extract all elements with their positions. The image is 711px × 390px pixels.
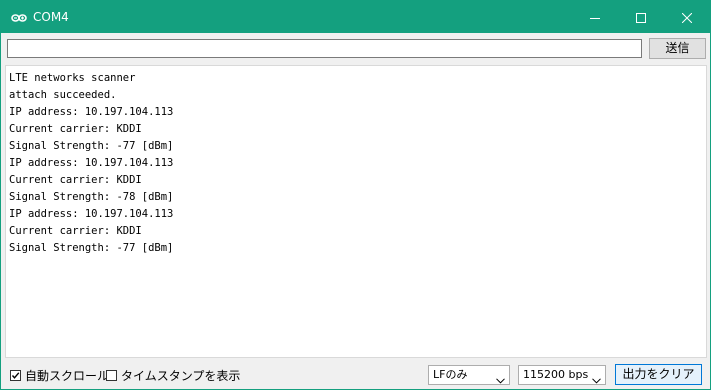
- arduino-icon: [11, 10, 27, 24]
- window-title: COM4: [33, 10, 69, 24]
- serial-monitor-window: COM4 送信 LTE networks scanner attach succ…: [1, 1, 710, 389]
- chevron-down-icon: [496, 372, 505, 390]
- autoscroll-label: 自動スクロール: [25, 369, 110, 383]
- timestamp-label: タイムスタンプを表示: [121, 369, 241, 383]
- line-ending-select[interactable]: LFのみ: [428, 365, 510, 385]
- minimize-icon: [590, 8, 600, 27]
- baud-rate-value: 115200 bps: [523, 368, 589, 381]
- timestamp-checkbox[interactable]: タイムスタンプを表示: [106, 367, 240, 384]
- output-line: attach succeeded.: [9, 89, 117, 101]
- chevron-down-icon: [592, 372, 601, 390]
- clear-output-button[interactable]: 出力をクリア: [615, 364, 702, 385]
- output-line: Current carrier: KDDI: [9, 123, 142, 135]
- bottom-bar: 自動スクロール タイムスタンプを表示 LFのみ 115200 bps 出力をクリ…: [1, 361, 710, 389]
- maximize-icon: [636, 8, 646, 27]
- output-line: LTE networks scanner: [9, 72, 136, 84]
- output-line: Signal Strength: -77 [dBm]: [9, 242, 174, 254]
- autoscroll-checkbox[interactable]: 自動スクロール: [10, 367, 109, 384]
- send-input[interactable]: [7, 39, 642, 58]
- output-line: Signal Strength: -77 [dBm]: [9, 140, 174, 152]
- output-line: Signal Strength: -78 [dBm]: [9, 191, 174, 203]
- output-line: IP address: 10.197.104.113: [9, 106, 174, 118]
- checkbox-unchecked-icon[interactable]: [106, 370, 117, 381]
- send-button[interactable]: 送信: [649, 38, 706, 59]
- checkbox-checked-icon[interactable]: [10, 370, 21, 381]
- close-button[interactable]: [664, 1, 710, 33]
- baud-rate-select[interactable]: 115200 bps: [518, 365, 606, 385]
- title-bar[interactable]: COM4: [1, 1, 710, 33]
- output-line: IP address: 10.197.104.113: [9, 208, 174, 220]
- serial-output[interactable]: LTE networks scanner attach succeeded. I…: [5, 65, 707, 358]
- maximize-button[interactable]: [618, 1, 664, 33]
- output-line: Current carrier: KDDI: [9, 225, 142, 237]
- close-icon: [681, 8, 693, 27]
- output-line: IP address: 10.197.104.113: [9, 157, 174, 169]
- line-ending-value: LFのみ: [433, 368, 468, 381]
- output-line: Current carrier: KDDI: [9, 174, 142, 186]
- minimize-button[interactable]: [572, 1, 618, 33]
